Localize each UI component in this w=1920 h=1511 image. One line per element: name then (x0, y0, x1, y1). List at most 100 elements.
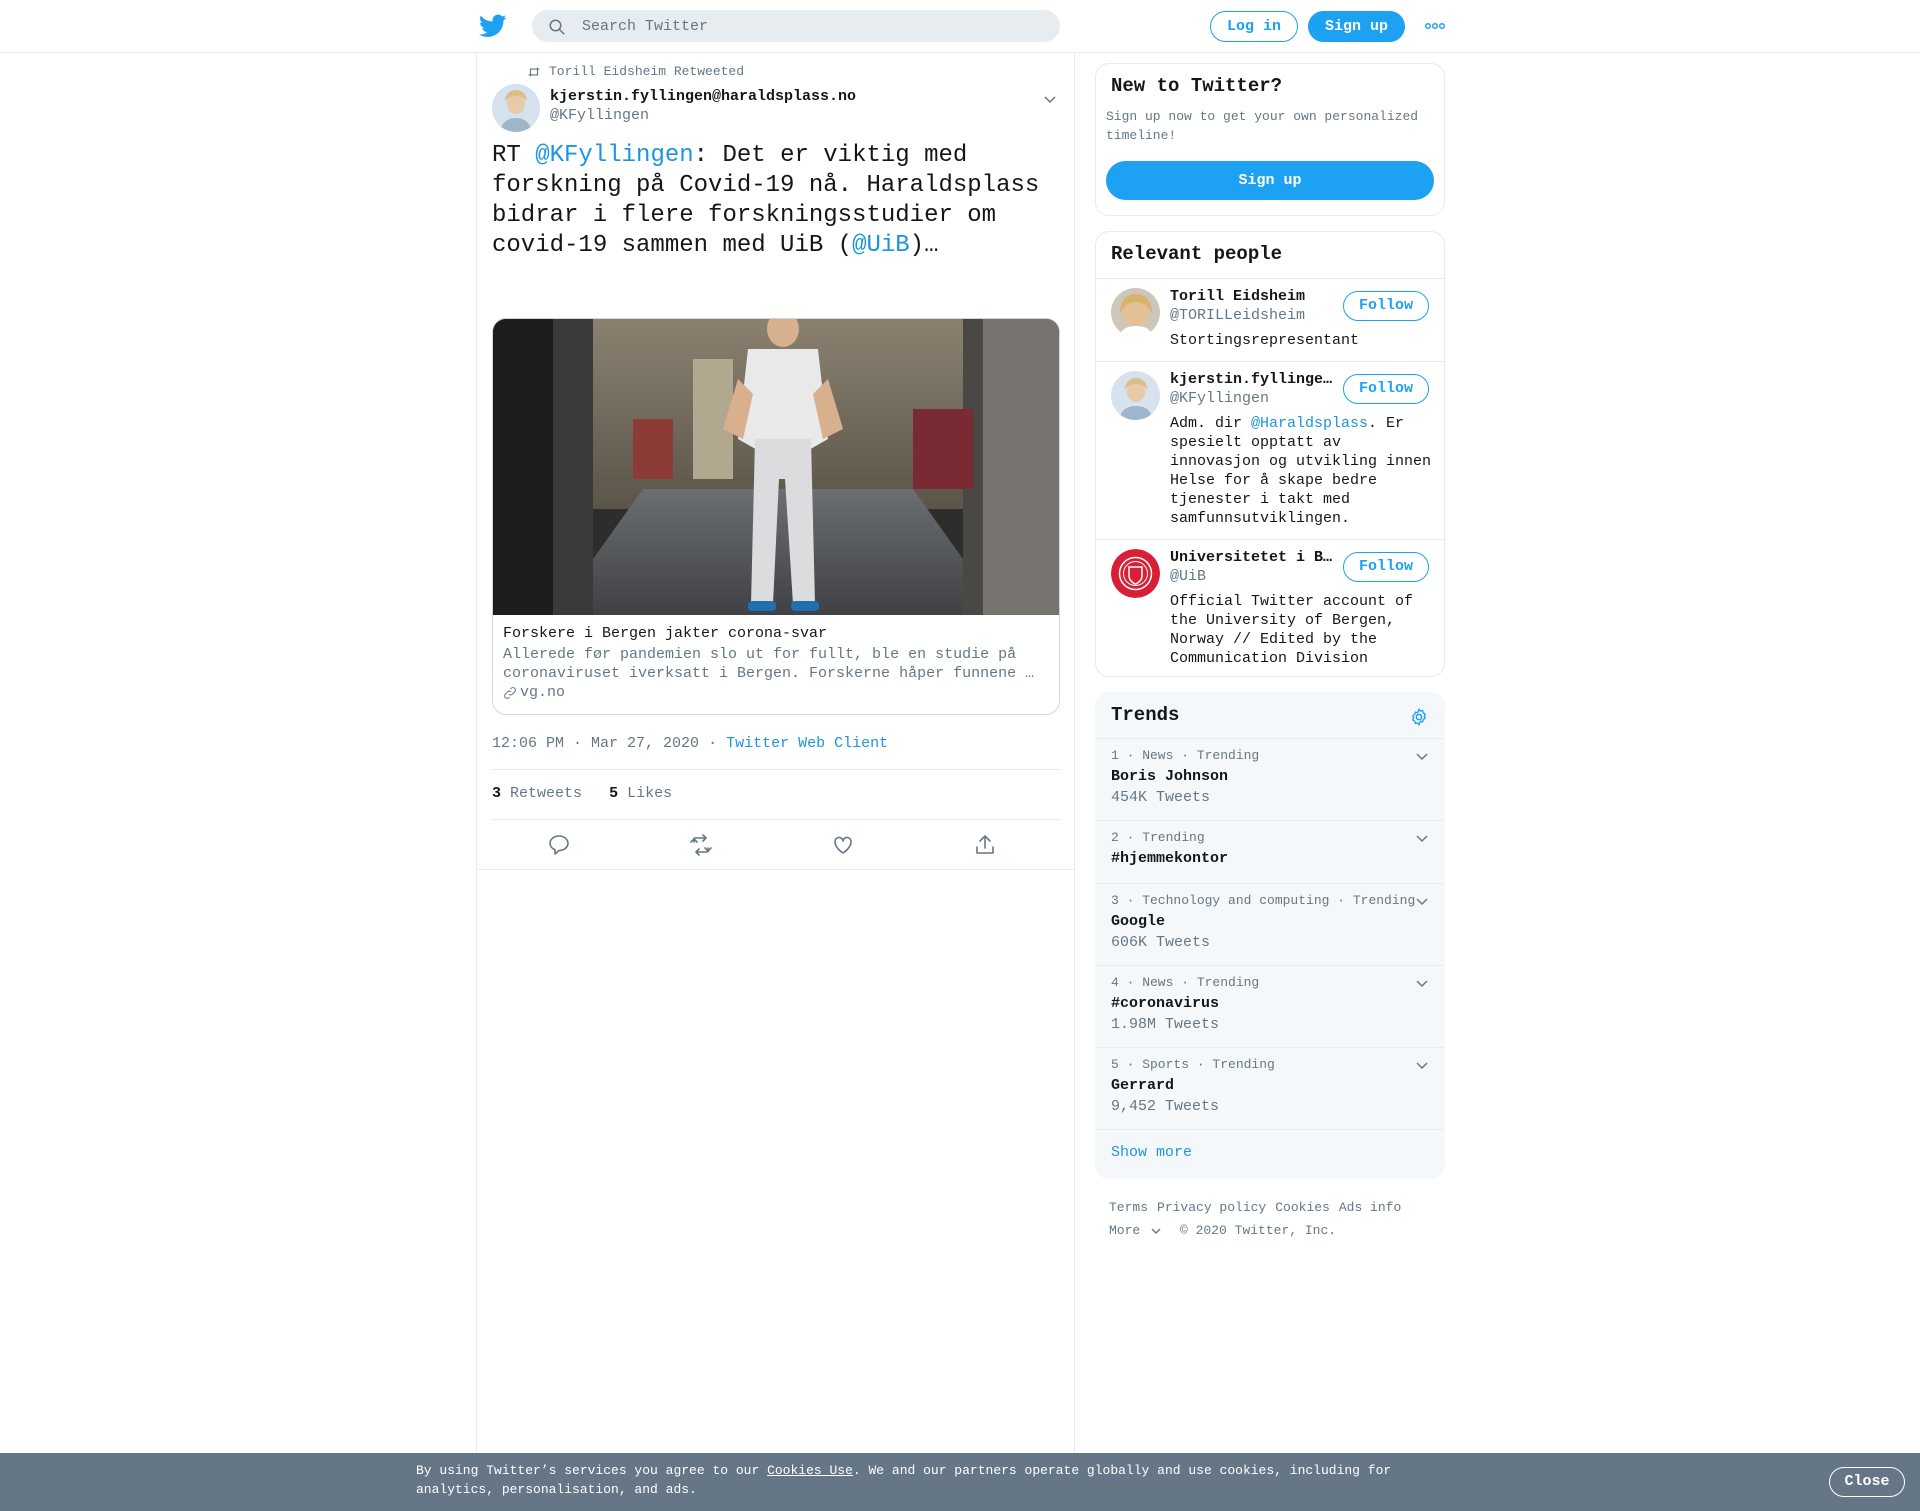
likes-stat[interactable]: 5 Likes (609, 785, 672, 802)
login-button[interactable]: Log in (1210, 11, 1298, 42)
trend-item[interactable]: 4 · News · Trending #coronavirus 1.98M T… (1096, 975, 1444, 1047)
search-box[interactable] (532, 10, 1060, 42)
tweet-actions (492, 833, 1060, 863)
author-avatar[interactable] (492, 84, 540, 132)
more-dots-icon[interactable] (1424, 19, 1446, 33)
trend-item[interactable]: 2 · Trending #hjemmekontor (1096, 830, 1444, 883)
footer-link-cookies[interactable]: Cookies (1275, 1200, 1330, 1215)
person-item[interactable]: kjerstin.fyllingen@haraldsplass.no @KFyl… (1096, 362, 1444, 540)
person-handle[interactable]: @TORILLeidsheim (1170, 307, 1305, 324)
sidebar-signup-button[interactable]: Sign up (1106, 161, 1434, 200)
person-bio: Official Twitter account of the Universi… (1170, 593, 1414, 667)
new-to-twitter-panel: New to Twitter? Sign up now to get your … (1095, 63, 1445, 216)
retweets-stat[interactable]: 3 Retweets (492, 785, 582, 802)
trend-meta: 5 · Sports · Trending (1111, 1057, 1275, 1072)
divider (1096, 820, 1444, 821)
author-name[interactable]: kjerstin.fyllingen@haraldsplass.no (550, 88, 856, 105)
divider (477, 869, 1074, 870)
person-name[interactable]: kjerstin.fyllingen@haraldsplass.no (1170, 371, 1338, 388)
follow-button[interactable]: Follow (1343, 291, 1429, 321)
chevron-down-icon[interactable] (1415, 977, 1429, 991)
meta-separator: · (708, 735, 718, 752)
person-avatar[interactable] (1111, 549, 1160, 598)
retweet-small-icon (528, 66, 540, 77)
person-handle[interactable]: @UiB (1170, 568, 1206, 585)
tweet-text-part: )… (909, 232, 939, 259)
person-item[interactable]: Torill Eidsheim @TORILLeidsheim Storting… (1096, 279, 1444, 361)
like-heart-icon[interactable] (831, 833, 855, 857)
mention-link[interactable]: @KFyllingen (535, 142, 693, 169)
share-icon[interactable] (973, 833, 997, 857)
chevron-down-icon[interactable] (1415, 895, 1429, 909)
new-to-twitter-title: New to Twitter? (1111, 75, 1283, 97)
retweets-count: 3 (492, 785, 502, 802)
card-body: Forskere i Bergen jakter corona-svar All… (503, 624, 1043, 703)
cookies-use-link[interactable]: Cookies Use (767, 1463, 853, 1478)
tweet-stats: 3 Retweets 5 Likes (492, 785, 672, 802)
follow-button[interactable]: Follow (1343, 374, 1429, 404)
signup-button[interactable]: Sign up (1308, 11, 1405, 42)
gear-icon[interactable] (1409, 707, 1429, 727)
trend-item[interactable]: 5 · Sports · Trending Gerrard 9,452 Twee… (1096, 1057, 1444, 1129)
search-input[interactable] (582, 10, 1042, 42)
follow-button[interactable]: Follow (1343, 552, 1429, 582)
trend-item[interactable]: 3 · Technology and computing · Trending … (1096, 893, 1444, 965)
retweeted-by-row: Torill Eidsheim Retweeted (527, 64, 744, 79)
person-item[interactable]: Universitetet i Bergen @UiB Official Twi… (1096, 540, 1444, 676)
trend-count: 1.98M Tweets (1111, 1016, 1220, 1033)
trend-name[interactable]: Gerrard (1111, 1077, 1174, 1094)
link-icon (504, 687, 516, 699)
trend-name[interactable]: #hjemmekontor (1111, 850, 1228, 867)
trend-item[interactable]: 1 · News · Trending Boris Johnson 454K T… (1096, 748, 1444, 820)
cookie-close-button[interactable]: Close (1829, 1467, 1905, 1497)
trends-panel: Trends 1 · News · Trending Boris Johnson… (1095, 692, 1445, 1179)
person-name[interactable]: Torill Eidsheim (1170, 288, 1338, 305)
chevron-down-icon[interactable] (1415, 750, 1429, 764)
tweet-text-part: RT (492, 142, 536, 169)
chevron-down-icon (1151, 1228, 1161, 1234)
divider (492, 769, 1060, 770)
trend-name[interactable]: Google (1111, 913, 1165, 930)
person-name[interactable]: Universitetet i Bergen (1170, 549, 1338, 566)
footer-second-row: More © 2020 Twitter, Inc. (1109, 1219, 1439, 1242)
retweets-label: Retweets (510, 785, 583, 802)
reply-icon[interactable] (547, 833, 571, 857)
twitter-bird-icon[interactable] (478, 12, 508, 40)
cookie-text: By using Twitter’s services you agree to… (416, 1461, 1426, 1499)
bio-mention-link[interactable]: @Haraldsplass (1251, 415, 1368, 432)
person-avatar[interactable] (1111, 288, 1160, 337)
trend-name[interactable]: #coronavirus (1111, 995, 1219, 1012)
retweeted-by-label[interactable]: Torill Eidsheim Retweeted (549, 64, 744, 79)
main-column: Torill Eidsheim Retweeted kjerstin.fylli… (476, 53, 1075, 1453)
chevron-down-icon[interactable] (1043, 93, 1057, 107)
footer-link-ads-info[interactable]: Ads info (1339, 1200, 1401, 1215)
footer-more-link[interactable]: More (1109, 1223, 1162, 1238)
relevant-people-panel: Relevant people Torill Eidsheim @TORILLe… (1095, 231, 1445, 677)
likes-count: 5 (609, 785, 619, 802)
footer-links-row: Terms Privacy policy Cookies Ads info (1109, 1196, 1439, 1219)
chevron-down-icon[interactable] (1415, 832, 1429, 846)
person-avatar[interactable] (1111, 371, 1160, 420)
divider (1096, 738, 1444, 739)
footer-link-terms[interactable]: Terms (1109, 1200, 1148, 1215)
footer-link-privacy[interactable]: Privacy policy (1157, 1200, 1266, 1215)
new-to-twitter-subtitle: Sign up now to get your own personalized… (1106, 109, 1419, 143)
divider (1096, 883, 1444, 884)
trend-name[interactable]: Boris Johnson (1111, 768, 1228, 785)
divider (492, 819, 1060, 820)
mention-link[interactable]: @UiB (852, 232, 910, 259)
show-more-link[interactable]: Show more (1111, 1144, 1192, 1161)
tweet-timestamp[interactable]: 12:06 PM · Mar 27, 2020 (492, 735, 699, 752)
tweet-source-link[interactable]: Twitter Web Client (726, 735, 888, 752)
link-card[interactable]: Forskere i Bergen jakter corona-svar All… (492, 318, 1060, 715)
sidebar-footer: Terms Privacy policy Cookies Ads info More … (1109, 1196, 1439, 1242)
tweet-meta: 12:06 PM · Mar 27, 2020 · Twitter Web Cl… (492, 735, 888, 752)
trend-count: 606K Tweets (1111, 934, 1211, 951)
trend-meta: 2 · Trending (1111, 830, 1205, 845)
retweet-icon[interactable] (689, 833, 713, 857)
person-handle[interactable]: @KFyllingen (1170, 390, 1269, 407)
trend-meta: 4 · News · Trending (1111, 975, 1260, 990)
card-domain: vg.no (520, 684, 566, 701)
author-handle[interactable]: @KFyllingen (550, 107, 649, 124)
chevron-down-icon[interactable] (1415, 1059, 1429, 1073)
